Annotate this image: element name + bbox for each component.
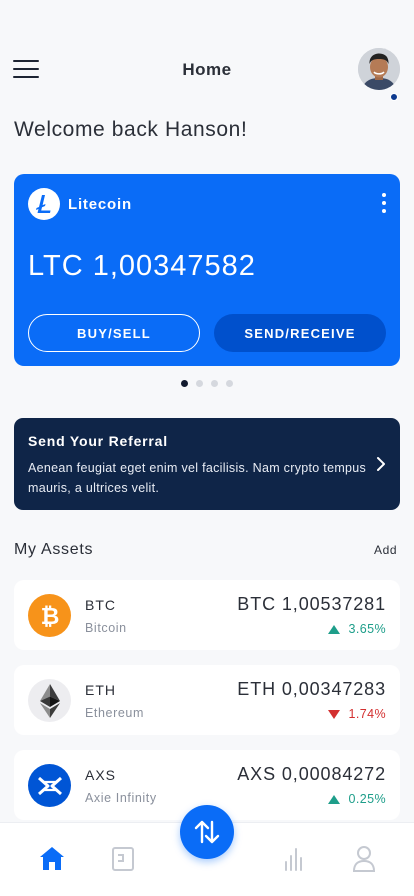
avatar[interactable]: [358, 48, 400, 90]
asset-name: Ethereum: [85, 706, 144, 720]
swap-button[interactable]: [180, 805, 234, 859]
referral-title: Send Your Referral: [28, 433, 168, 449]
trend-up-icon: [327, 794, 340, 804]
profile-icon[interactable]: [349, 843, 379, 873]
wallet-balance: LTC 1,00347582: [28, 250, 256, 282]
chart-icon[interactable]: [279, 843, 309, 873]
asset-change: 1.74%: [327, 707, 386, 721]
ethereum-icon: [28, 679, 71, 722]
carousel-dot[interactable]: [196, 380, 203, 387]
chevron-right-icon[interactable]: [372, 454, 390, 474]
buy-sell-button[interactable]: BUY/SELL: [28, 314, 200, 352]
notification-dot: [390, 93, 398, 101]
bitcoin-icon: ₿: [28, 594, 71, 637]
asset-change: 3.65%: [327, 622, 386, 636]
trend-up-icon: [327, 624, 340, 634]
assets-section-title: My Assets: [14, 541, 94, 558]
asset-row-eth[interactable]: ETH Ethereum ETH 0,00347283 1.74%: [14, 665, 400, 735]
referral-text: Aenean feugiat eget enim vel facilisis. …: [28, 461, 367, 495]
asset-change-value: 3.65%: [348, 622, 386, 636]
wallet-coin-name: Litecoin: [68, 196, 132, 213]
svg-text:₿: ₿: [40, 604, 59, 629]
asset-symbol: ETH: [85, 682, 116, 698]
wallet-icon[interactable]: [108, 843, 138, 873]
carousel-indicator: [0, 380, 414, 387]
carousel-dot[interactable]: [226, 380, 233, 387]
home-icon[interactable]: [37, 843, 67, 873]
asset-name: Bitcoin: [85, 621, 127, 635]
asset-amount: AXS 0,00084272: [237, 764, 386, 784]
asset-change: 0.25%: [327, 792, 386, 806]
trend-down-icon: [327, 709, 340, 719]
asset-symbol: BTC: [85, 597, 116, 613]
asset-row-btc[interactable]: ₿ BTC Bitcoin BTC 1,00537281 3.65%: [14, 580, 400, 650]
asset-amount: BTC 1,00537281: [237, 594, 386, 614]
send-receive-button[interactable]: SEND/RECEIVE: [214, 314, 386, 352]
referral-banner[interactable]: Send Your Referral Aenean feugiat eget e…: [14, 418, 400, 510]
asset-change-value: 0.25%: [348, 792, 386, 806]
more-options-icon[interactable]: [380, 193, 388, 217]
litecoin-icon: [28, 188, 60, 220]
asset-amount: ETH 0,00347283: [237, 679, 386, 699]
welcome-message: Welcome back Hanson!: [14, 118, 248, 141]
carousel-dot[interactable]: [181, 380, 188, 387]
carousel-dot[interactable]: [211, 380, 218, 387]
add-asset-link[interactable]: Add: [374, 543, 397, 557]
asset-name: Axie Infinity: [85, 791, 157, 805]
top-header: Home: [0, 44, 414, 101]
wallet-card[interactable]: Litecoin LTC 1,00347582 BUY/SELL SEND/RE…: [14, 174, 400, 366]
swap-arrows-icon: [194, 820, 220, 844]
page-title: Home: [182, 60, 232, 79]
asset-symbol: AXS: [85, 767, 117, 783]
asset-change-value: 1.74%: [348, 707, 386, 721]
axie-infinity-icon: [28, 764, 71, 807]
